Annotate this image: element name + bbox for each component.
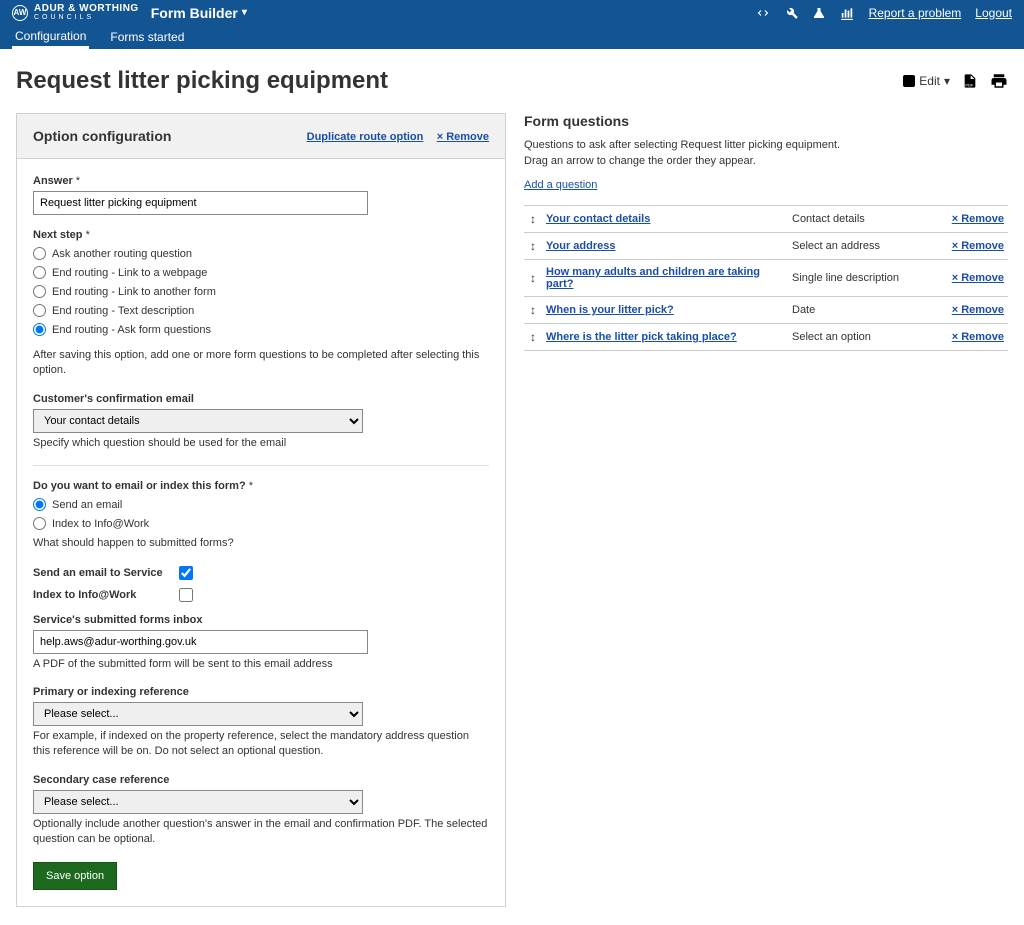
question-type: Single line description xyxy=(788,260,938,297)
tab-configuration[interactable]: Configuration xyxy=(12,25,89,49)
logout-link[interactable]: Logout xyxy=(975,6,1012,20)
next-step-note: After saving this option, add one or mor… xyxy=(33,348,489,379)
page-title: Request litter picking equipment xyxy=(16,67,388,95)
save-option-button[interactable]: Save option xyxy=(33,862,117,890)
radio-send-email-label: Send an email xyxy=(52,499,122,511)
tab-forms-started[interactable]: Forms started xyxy=(107,25,187,49)
radio-text-desc[interactable] xyxy=(33,304,46,317)
secondary-ref-help: Optionally include another question's an… xyxy=(33,817,489,848)
confirm-email-help: Specify which question should be used fo… xyxy=(33,436,489,451)
question-link[interactable]: When is your litter pick? xyxy=(546,304,674,316)
radio-index-iw[interactable] xyxy=(33,517,46,530)
chart-icon[interactable] xyxy=(839,6,855,20)
question-link[interactable]: Your address xyxy=(546,240,616,252)
remove-question-link[interactable]: × Remove xyxy=(952,213,1004,225)
drag-handle-icon[interactable]: ↕ xyxy=(530,239,536,253)
table-row: ↕ Your address Select an address × Remove xyxy=(524,233,1008,260)
pdf-export-icon[interactable]: PDF xyxy=(962,72,978,90)
questions-hint1: Questions to ask after selecting Request… xyxy=(524,139,1008,151)
remove-question-link[interactable]: × Remove xyxy=(952,240,1004,252)
app-title-label: Form Builder xyxy=(151,5,238,21)
index-iw-checkbox[interactable] xyxy=(179,588,193,602)
primary-ref-help: For example, if indexed on the property … xyxy=(33,729,489,760)
edit-icon xyxy=(903,75,915,87)
option-config-panel: Option configuration Duplicate route opt… xyxy=(16,113,506,907)
radio-link-form-label: End routing - Link to another form xyxy=(52,286,216,298)
top-header: AW ADUR & WORTHING COUNCILS Form Builder… xyxy=(0,0,1024,25)
index-iw-label: Index to Info@Work xyxy=(33,589,136,601)
drag-handle-icon[interactable]: ↕ xyxy=(530,303,536,317)
radio-ask-questions[interactable] xyxy=(33,323,46,336)
question-type: Date xyxy=(788,297,938,324)
caret-down-icon: ▾ xyxy=(242,7,247,18)
radio-index-iw-label: Index to Info@Work xyxy=(52,518,149,530)
wrench-icon[interactable] xyxy=(785,6,799,20)
add-question-link[interactable]: Add a question xyxy=(524,179,597,191)
table-row: ↕ When is your litter pick? Date × Remove xyxy=(524,297,1008,324)
app-title-dropdown[interactable]: Form Builder ▾ xyxy=(151,5,247,21)
radio-send-email[interactable] xyxy=(33,498,46,511)
radio-link-form[interactable] xyxy=(33,285,46,298)
form-questions-section: Form questions Questions to ask after se… xyxy=(524,113,1008,351)
radio-ask-routing[interactable] xyxy=(33,247,46,260)
questions-hint2: Drag an arrow to change the order they a… xyxy=(524,155,1008,167)
panel-title: Option configuration xyxy=(33,128,171,144)
answer-input[interactable] xyxy=(33,191,368,215)
radio-ask-routing-label: Ask another routing question xyxy=(52,248,192,260)
flask-icon[interactable] xyxy=(813,6,825,20)
email-index-label: Do you want to email or index this form? xyxy=(33,480,489,492)
radio-link-webpage[interactable] xyxy=(33,266,46,279)
report-problem-link[interactable]: Report a problem xyxy=(869,6,962,20)
edit-dropdown[interactable]: Edit ▾ xyxy=(903,74,950,88)
svg-text:PDF: PDF xyxy=(965,82,974,87)
answer-label: Answer xyxy=(33,175,489,187)
question-type: Select an option xyxy=(788,324,938,351)
secondary-ref-select[interactable]: Please select... xyxy=(33,790,363,814)
radio-link-webpage-label: End routing - Link to a webpage xyxy=(52,267,207,279)
code-icon[interactable] xyxy=(755,6,771,20)
question-type: Select an address xyxy=(788,233,938,260)
radio-text-desc-label: End routing - Text description xyxy=(52,305,194,317)
edit-label: Edit xyxy=(919,74,940,88)
primary-ref-label: Primary or indexing reference xyxy=(33,686,489,698)
questions-table: ↕ Your contact details Contact details × Re… xyxy=(524,205,1008,351)
logo-icon: AW xyxy=(12,5,28,21)
drag-handle-icon[interactable]: ↕ xyxy=(530,271,536,285)
table-row: ↕ How many adults and children are taking… xyxy=(524,260,1008,297)
brand-line1: ADUR & WORTHING xyxy=(34,4,139,14)
inbox-label: Service's submitted forms inbox xyxy=(33,614,489,626)
remove-option-link[interactable]: × Remove xyxy=(437,131,489,143)
brand-logo: AW ADUR & WORTHING COUNCILS xyxy=(12,4,139,21)
chevron-down-icon: ▾ xyxy=(944,74,950,88)
confirm-email-select[interactable]: Your contact details xyxy=(33,409,363,433)
question-link[interactable]: How many adults and children are taking … xyxy=(546,266,760,290)
remove-question-link[interactable]: × Remove xyxy=(952,331,1004,343)
remove-question-link[interactable]: × Remove xyxy=(952,272,1004,284)
secondary-ref-label: Secondary case reference xyxy=(33,774,489,786)
send-service-checkbox[interactable] xyxy=(179,566,193,580)
remove-question-link[interactable]: × Remove xyxy=(952,304,1004,316)
duplicate-route-link[interactable]: Duplicate route option xyxy=(307,131,424,143)
primary-ref-select[interactable]: Please select... xyxy=(33,702,363,726)
question-link[interactable]: Your contact details xyxy=(546,213,650,225)
table-row: ↕ Where is the litter pick taking place? S… xyxy=(524,324,1008,351)
questions-heading: Form questions xyxy=(524,113,1008,129)
next-step-label: Next step xyxy=(33,229,489,241)
drag-handle-icon[interactable]: ↕ xyxy=(530,212,536,226)
tab-bar: Configuration Forms started xyxy=(0,25,1024,49)
print-icon[interactable] xyxy=(990,72,1008,90)
send-service-label: Send an email to Service xyxy=(33,567,163,579)
question-type: Contact details xyxy=(788,206,938,233)
drag-handle-icon[interactable]: ↕ xyxy=(530,330,536,344)
inbox-help: A PDF of the submitted form will be sent… xyxy=(33,657,489,672)
email-index-help: What should happen to submitted forms? xyxy=(33,536,489,551)
brand-line2: COUNCILS xyxy=(34,14,139,21)
confirm-email-label: Customer's confirmation email xyxy=(33,393,489,405)
question-link[interactable]: Where is the litter pick taking place? xyxy=(546,331,737,343)
table-row: ↕ Your contact details Contact details × Re… xyxy=(524,206,1008,233)
inbox-input[interactable] xyxy=(33,630,368,654)
radio-ask-questions-label: End routing - Ask form questions xyxy=(52,324,211,336)
